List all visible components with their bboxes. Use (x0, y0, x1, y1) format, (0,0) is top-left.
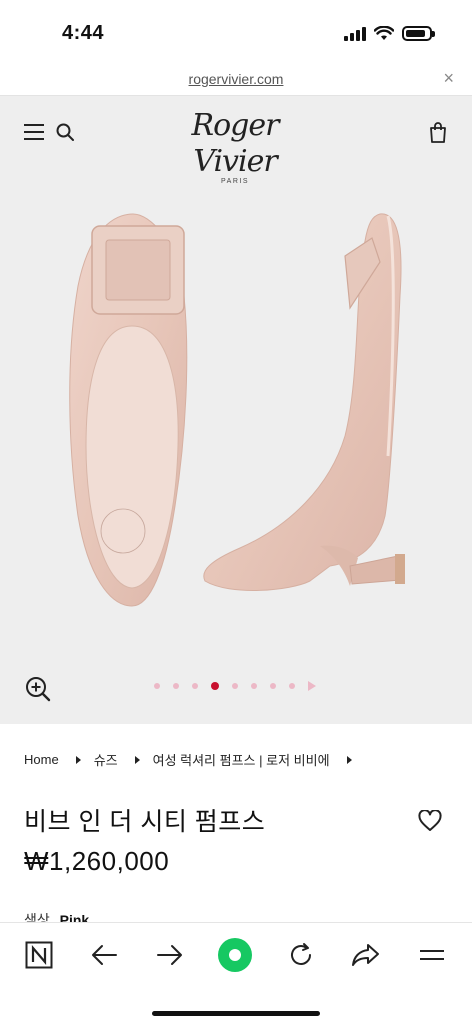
pagination-dot[interactable] (173, 683, 179, 689)
left-shoe-top-view (69, 213, 188, 607)
search-icon[interactable] (56, 123, 74, 141)
green-dot-icon (218, 938, 252, 972)
breadcrumb-arrow-icon (75, 755, 81, 764)
brand-logo[interactable]: Roger Vivier PARIS (150, 108, 320, 185)
forward-arrow-icon (157, 945, 182, 965)
forward-button[interactable] (152, 937, 188, 973)
right-shoe-side-view (203, 213, 405, 591)
pagination-dot[interactable] (251, 683, 257, 689)
hamburger-menu-icon[interactable] (24, 124, 44, 140)
share-button[interactable] (348, 937, 384, 973)
cellular-signal-icon (344, 25, 366, 41)
back-button[interactable] (86, 937, 122, 973)
pagination-dot[interactable] (232, 683, 238, 689)
product-gallery[interactable]: Roger Vivier PARIS (0, 96, 472, 724)
naver-home-button[interactable] (21, 937, 57, 973)
color-label: 색상 (24, 912, 50, 922)
close-icon[interactable]: × (443, 68, 454, 89)
refresh-icon (291, 943, 311, 965)
color-value: Pink (59, 912, 90, 922)
status-time: 4:44 (62, 22, 105, 44)
shopping-bag-icon[interactable] (428, 121, 448, 143)
breadcrumb-item-home[interactable]: Home (24, 752, 59, 767)
battery-icon (402, 25, 435, 41)
product-title: 비브 인 더 시티 펌프스 (24, 808, 266, 836)
more-menu-button[interactable] (414, 937, 450, 973)
zoom-icon[interactable] (25, 676, 51, 702)
gallery-pagination[interactable] (154, 681, 316, 691)
breadcrumb: Home 슈즈 여성 럭셔리 펌프스 | 로저 비비에 (24, 750, 365, 769)
green-dot-button[interactable] (217, 937, 253, 973)
color-selector[interactable]: 색상 Pink (24, 910, 89, 922)
pagination-dot[interactable] (154, 683, 160, 689)
share-icon (352, 944, 379, 966)
wishlist-heart-icon[interactable] (418, 810, 442, 832)
refresh-button[interactable] (283, 937, 319, 973)
home-indicator[interactable] (152, 1011, 320, 1016)
status-icons (344, 25, 435, 41)
product-price: ₩1,260,000 (24, 846, 170, 876)
wifi-icon (374, 25, 394, 40)
product-image (69, 213, 405, 607)
breadcrumb-item-pumps[interactable]: 여성 럭셔리 펌프스 | 로저 비비에 (153, 750, 330, 769)
brand-name: Roger Vivier (191, 108, 280, 179)
browser-toolbar (0, 922, 472, 1024)
status-bar: 4:44 (0, 0, 472, 62)
back-arrow-icon (92, 945, 117, 965)
pagination-dot[interactable] (270, 683, 276, 689)
pagination-dot[interactable] (192, 683, 198, 689)
site-header: Roger Vivier PARIS (0, 96, 472, 185)
naver-icon (25, 941, 53, 969)
breadcrumb-arrow-icon (346, 755, 352, 764)
url-text[interactable]: rogervivier.com (0, 71, 472, 87)
breadcrumb-item-shoes[interactable]: 슈즈 (94, 750, 118, 769)
pagination-next-arrow-icon[interactable] (308, 681, 316, 691)
menu-icon (420, 950, 444, 960)
url-bar[interactable]: rogervivier.com × (0, 62, 472, 96)
breadcrumb-arrow-icon (134, 755, 140, 764)
pagination-dot[interactable] (289, 683, 295, 689)
brand-sub: PARIS (221, 178, 249, 185)
pagination-dot-active[interactable] (211, 682, 219, 690)
